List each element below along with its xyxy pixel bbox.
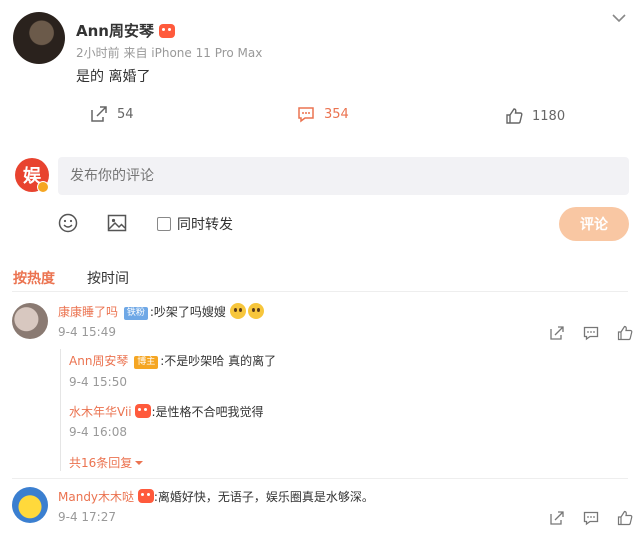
more-replies-link[interactable]: 共16条回复 <box>69 454 144 471</box>
repost-count: 54 <box>117 106 134 122</box>
like-button[interactable]: 1180 <box>505 107 565 125</box>
reply-time: 9-4 15:50 <box>69 375 127 389</box>
emoji-icon <box>247 303 264 319</box>
thumbs-up-icon[interactable] <box>617 510 633 526</box>
comment-count: 354 <box>324 106 349 122</box>
comment-icon[interactable] <box>583 510 599 526</box>
vip-badge-icon <box>159 24 176 38</box>
repost-button[interactable]: 54 <box>90 105 134 123</box>
image-upload-button[interactable] <box>107 213 127 237</box>
comment-avatar[interactable] <box>12 487 48 523</box>
comment-time: 9-4 15:49 <box>58 325 116 339</box>
reply-user[interactable]: Ann周安琴 <box>69 354 128 368</box>
repost-checkbox-label[interactable]: 同时转发 <box>157 214 233 234</box>
comment-user[interactable]: 康康睡了吗 <box>58 305 118 319</box>
collapse-chevron-icon[interactable] <box>612 8 626 27</box>
submit-comment-button[interactable]: 评论 <box>559 207 629 241</box>
comment-user[interactable]: Mandy木木哒 <box>58 490 134 504</box>
comment-text: :离婚好快，无语子，娱乐圈真是水够深。 <box>153 490 374 504</box>
caret-down-icon <box>135 460 144 465</box>
reply-user[interactable]: 水木年华Vii <box>69 405 132 419</box>
reply-text: :是性格不合吧我觉得 <box>151 405 264 419</box>
comment-actions <box>549 325 633 341</box>
tab-sort-hot[interactable]: 按热度 <box>13 268 55 288</box>
comment-avatar[interactable] <box>12 303 48 339</box>
comment-text: :吵架了吗嫂嫂 <box>149 305 226 319</box>
comment-item: 康康睡了吗 铁粉:吵架了吗嫂嫂 <box>58 303 264 320</box>
author-name[interactable]: Ann周安琴 <box>76 22 154 40</box>
author-badge: 博主 <box>134 356 159 369</box>
comment-input[interactable] <box>58 157 629 195</box>
tab-sort-time[interactable]: 按时间 <box>87 268 129 288</box>
repost-icon[interactable] <box>549 325 565 341</box>
repost-checkbox-text: 同时转发 <box>177 217 233 233</box>
comment-time: 9-4 17:27 <box>58 510 116 524</box>
verified-badge-icon <box>37 181 49 193</box>
emoji-picker-button[interactable] <box>58 213 78 237</box>
reply-text: :不是吵架哈 真的离了 <box>160 354 277 368</box>
reply-thread-line <box>60 349 61 471</box>
vip-badge-icon <box>137 489 154 503</box>
comment-actions <box>549 510 633 526</box>
more-replies-text: 共16条回复 <box>69 456 133 470</box>
reply-item: 水木年华Vii :是性格不合吧我觉得 <box>69 403 264 420</box>
post-source: 来自 iPhone 11 Pro Max <box>123 46 263 60</box>
comment-item: Mandy木木哒 :离婚好快，无语子，娱乐圈真是水够深。 <box>58 488 374 505</box>
fan-badge: 铁粉 <box>123 307 148 320</box>
repost-checkbox[interactable] <box>157 217 171 231</box>
thumbs-up-icon[interactable] <box>617 325 633 341</box>
repost-icon[interactable] <box>549 510 565 526</box>
comment-icon <box>298 107 314 123</box>
vip-badge-icon <box>135 404 152 418</box>
comment-icon[interactable] <box>583 325 599 341</box>
like-count: 1180 <box>532 108 566 124</box>
emoji-icon <box>229 303 246 319</box>
reply-item: Ann周安琴 博主:不是吵架哈 真的离了 <box>69 352 276 369</box>
post-time: 2小时前 <box>76 46 120 60</box>
reply-time: 9-4 16:08 <box>69 425 127 439</box>
divider <box>12 291 628 292</box>
divider <box>12 478 628 479</box>
author-avatar[interactable] <box>13 12 65 64</box>
post-text: 是的 离婚了 <box>76 69 151 85</box>
smiley-icon <box>58 213 78 233</box>
repost-icon <box>91 106 107 122</box>
image-icon <box>107 214 127 232</box>
thumbs-up-icon <box>506 108 523 124</box>
comment-button[interactable]: 354 <box>297 105 349 123</box>
